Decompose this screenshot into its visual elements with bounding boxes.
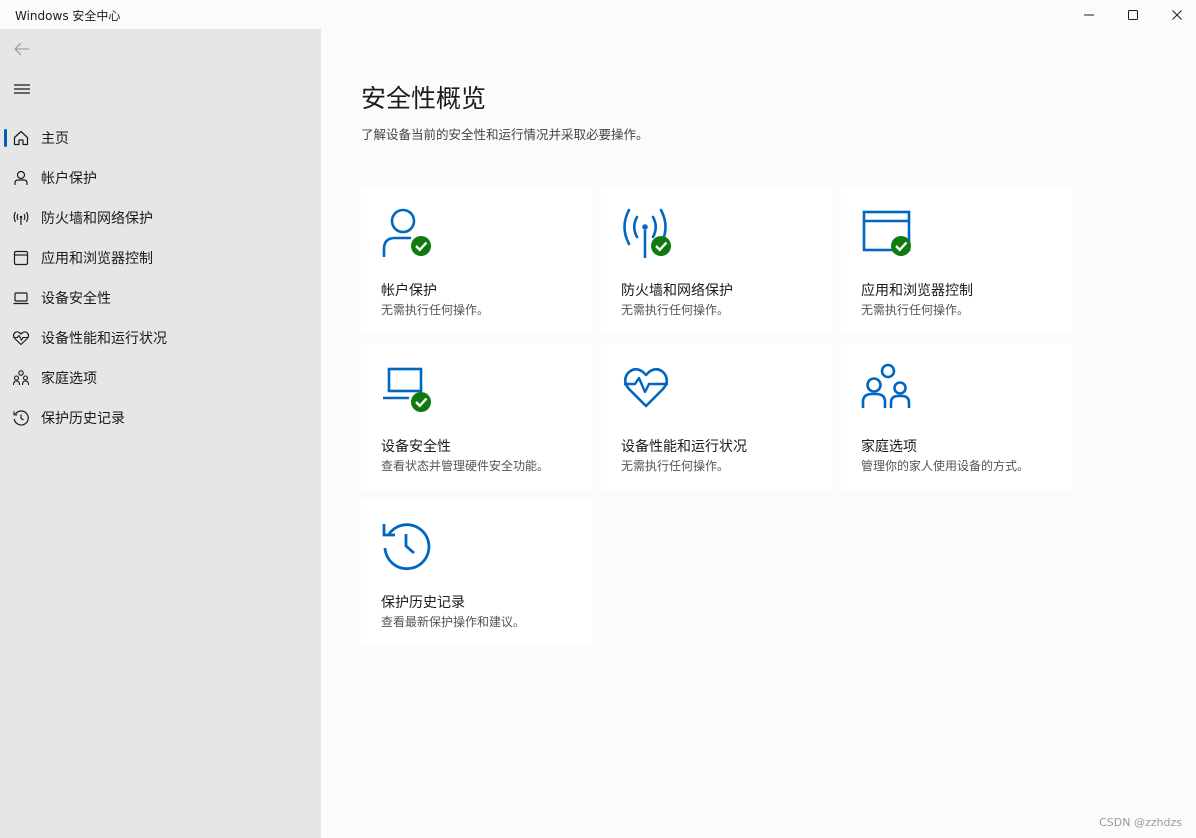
sidebar-item-home[interactable]: 主页 — [0, 118, 321, 158]
person-icon — [12, 169, 30, 187]
sidebar-item-label: 设备安全性 — [41, 291, 111, 307]
history-icon — [382, 523, 431, 571]
check-badge-icon — [411, 392, 431, 412]
card-title: 防火墙和网络保护 — [621, 283, 733, 299]
check-badge-icon — [651, 236, 671, 256]
card-app-browser-control[interactable]: 应用和浏览器控制 无需执行任何操作。 — [841, 188, 1073, 334]
minimize-button[interactable] — [1066, 0, 1112, 29]
close-button[interactable] — [1154, 0, 1196, 29]
page-title: 安全性概览 — [361, 84, 487, 113]
sidebar-item-label: 帐户保护 — [41, 171, 97, 187]
card-title: 家庭选项 — [861, 439, 917, 455]
sidebar-item-family[interactable]: 家庭选项 — [0, 358, 321, 398]
card-family-options[interactable]: 家庭选项 管理你的家人使用设备的方式。 — [841, 344, 1073, 490]
history-icon — [12, 409, 30, 427]
sidebar: 主页 帐户保护 防火墙和网络保护 应用和浏览器控制 设备安全性 设备性能和运行状… — [0, 29, 321, 838]
sidebar-item-label: 家庭选项 — [41, 371, 97, 387]
back-button[interactable] — [4, 33, 40, 65]
card-title: 设备性能和运行状况 — [621, 439, 747, 455]
antenna-icon — [623, 208, 671, 258]
main-content: 安全性概览 了解设备当前的安全性和运行情况并采取必要操作。 帐户保护 无需执行任… — [321, 29, 1196, 838]
card-protection-history[interactable]: 保护历史记录 查看最新保护操作和建议。 — [361, 500, 593, 646]
card-title: 设备安全性 — [381, 439, 451, 455]
card-description: 管理你的家人使用设备的方式。 — [861, 459, 1030, 473]
person-icon — [382, 208, 431, 257]
card-title: 应用和浏览器控制 — [861, 283, 973, 299]
sidebar-item-app-browser[interactable]: 应用和浏览器控制 — [0, 238, 321, 278]
check-badge-icon — [891, 236, 911, 256]
browser-window-icon — [862, 210, 911, 256]
close-icon — [1172, 9, 1182, 20]
laptop-icon — [383, 367, 431, 412]
hamburger-icon — [14, 84, 30, 94]
watermark: CSDN @zzhdzs — [1099, 816, 1182, 829]
minimize-icon — [1084, 14, 1094, 15]
page-subtitle: 了解设备当前的安全性和运行情况并采取必要操作。 — [361, 127, 649, 142]
browser-window-icon — [12, 249, 30, 267]
family-icon — [861, 363, 911, 408]
sidebar-item-history[interactable]: 保护历史记录 — [0, 398, 321, 438]
card-device-security[interactable]: 设备安全性 查看状态并管理硬件安全功能。 — [361, 344, 593, 490]
card-account-protection[interactable]: 帐户保护 无需执行任何操作。 — [361, 188, 593, 334]
sidebar-item-device-security[interactable]: 设备安全性 — [0, 278, 321, 318]
card-firewall-network[interactable]: 防火墙和网络保护 无需执行任何操作。 — [601, 188, 833, 334]
maximize-icon — [1128, 9, 1138, 20]
sidebar-item-label: 设备性能和运行状况 — [41, 331, 167, 347]
laptop-icon — [12, 289, 30, 307]
card-description: 无需执行任何操作。 — [621, 459, 730, 473]
card-description: 查看最新保护操作和建议。 — [381, 615, 526, 629]
home-icon — [12, 129, 30, 147]
window-title: Windows 安全中心 — [15, 9, 121, 23]
sidebar-item-label: 防火墙和网络保护 — [41, 211, 153, 227]
sidebar-item-firewall[interactable]: 防火墙和网络保护 — [0, 198, 321, 238]
menu-toggle-button[interactable] — [4, 73, 40, 105]
card-description: 无需执行任何操作。 — [381, 303, 490, 317]
card-description: 查看状态并管理硬件安全功能。 — [381, 459, 550, 473]
title-bar: Windows 安全中心 — [0, 0, 1196, 29]
check-badge-icon — [411, 236, 431, 256]
card-device-health[interactable]: 设备性能和运行状况 无需执行任何操作。 — [601, 344, 833, 490]
sidebar-nav: 主页 帐户保护 防火墙和网络保护 应用和浏览器控制 设备安全性 设备性能和运行状… — [0, 118, 321, 438]
sidebar-item-label: 保护历史记录 — [41, 411, 125, 427]
heart-pulse-icon — [623, 367, 669, 408]
heart-pulse-icon — [12, 329, 30, 347]
card-title: 帐户保护 — [381, 283, 437, 299]
sidebar-item-device-health[interactable]: 设备性能和运行状况 — [0, 318, 321, 358]
card-description: 无需执行任何操作。 — [861, 303, 970, 317]
family-icon — [12, 369, 30, 387]
antenna-icon — [12, 209, 30, 227]
maximize-button[interactable] — [1110, 0, 1156, 29]
sidebar-item-account[interactable]: 帐户保护 — [0, 158, 321, 198]
sidebar-item-label: 主页 — [41, 131, 69, 147]
card-description: 无需执行任何操作。 — [621, 303, 730, 317]
sidebar-item-label: 应用和浏览器控制 — [41, 251, 153, 267]
arrow-left-icon — [14, 42, 29, 56]
card-title: 保护历史记录 — [381, 595, 465, 611]
